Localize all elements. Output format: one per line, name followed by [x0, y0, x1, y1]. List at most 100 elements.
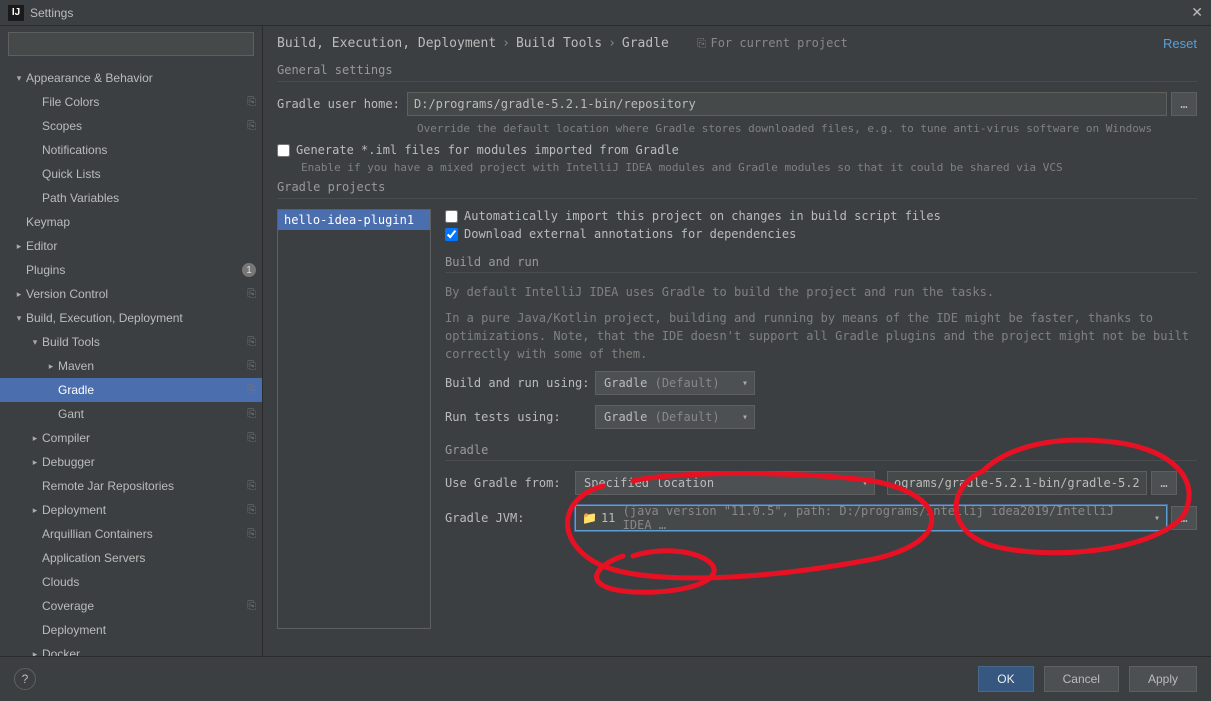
sidebar-item-build-tools[interactable]: ▾Build Tools⎘	[0, 330, 262, 354]
apply-button[interactable]: Apply	[1129, 666, 1197, 692]
chevron-icon: ▾	[12, 73, 26, 84]
build-using-label: Build and run using:	[445, 376, 595, 390]
per-project-icon: ⎘	[247, 120, 256, 133]
cancel-button[interactable]: Cancel	[1044, 666, 1119, 692]
gradle-jvm-combo[interactable]: 📁 11 (java version "11.0.5", path: D:/pr…	[575, 505, 1167, 531]
chevron-icon: ▾	[28, 337, 42, 348]
chevron-icon: ▸	[44, 361, 58, 372]
sidebar-item-appearance-behavior[interactable]: ▾Appearance & Behavior	[0, 66, 262, 90]
per-project-icon: ⎘	[247, 384, 256, 397]
sidebar-item-compiler[interactable]: ▸Compiler⎘	[0, 426, 262, 450]
sidebar-item-label: Deployment	[42, 623, 256, 637]
sidebar-item-coverage[interactable]: Coverage⎘	[0, 594, 262, 618]
sidebar-item-label: Path Variables	[42, 191, 256, 205]
sidebar-item-label: Docker	[42, 647, 256, 656]
sidebar-item-scopes[interactable]: Scopes⎘	[0, 114, 262, 138]
chevron-icon: ▸	[28, 433, 42, 444]
sidebar-item-label: Notifications	[42, 143, 256, 157]
sidebar-item-path-variables[interactable]: Path Variables	[0, 186, 262, 210]
sidebar-item-label: Gradle	[58, 383, 247, 397]
titlebar: IJ Settings ✕	[0, 0, 1211, 26]
run-tests-label: Run tests using:	[445, 410, 595, 424]
sidebar-item-gradle[interactable]: Gradle⎘	[0, 378, 262, 402]
sidebar-item-application-servers[interactable]: Application Servers	[0, 546, 262, 570]
per-project-icon: ⎘	[247, 336, 256, 349]
sidebar-item-deployment[interactable]: Deployment	[0, 618, 262, 642]
sidebar-item-quick-lists[interactable]: Quick Lists	[0, 162, 262, 186]
help-button[interactable]: ?	[14, 668, 36, 690]
run-tests-combo[interactable]: Gradle (Default)	[595, 405, 755, 429]
browse-button[interactable]: …	[1171, 92, 1197, 116]
auto-import-label: Automatically import this project on cha…	[464, 209, 941, 223]
settings-tree: ▾Appearance & BehaviorFile Colors⎘Scopes…	[0, 62, 262, 656]
sidebar: 🔍 ▾Appearance & BehaviorFile Colors⎘Scop…	[0, 26, 263, 656]
generate-iml-checkbox[interactable]	[277, 144, 290, 157]
sidebar-item-label: Scopes	[42, 119, 247, 133]
sidebar-item-label: Gant	[58, 407, 247, 421]
ok-button[interactable]: OK	[978, 666, 1033, 692]
sidebar-item-deployment[interactable]: ▸Deployment⎘	[0, 498, 262, 522]
gradle-project-list[interactable]: hello-idea-plugin1	[277, 209, 431, 629]
per-project-icon: ⎘	[247, 504, 256, 517]
generate-iml-label: Generate *.iml files for modules importe…	[296, 143, 679, 157]
sidebar-item-version-control[interactable]: ▸Version Control⎘	[0, 282, 262, 306]
download-annotations-checkbox[interactable]	[445, 228, 458, 241]
sidebar-item-clouds[interactable]: Clouds	[0, 570, 262, 594]
sidebar-item-label: Version Control	[26, 287, 247, 301]
chevron-icon: ▸	[28, 505, 42, 516]
generate-iml-hint: Enable if you have a mixed project with …	[301, 161, 1197, 174]
for-current-project-label: For current project	[697, 36, 848, 51]
sidebar-item-label: Coverage	[42, 599, 247, 613]
gradle-user-home-input[interactable]	[407, 92, 1167, 116]
sidebar-item-arquillian-containers[interactable]: Arquillian Containers⎘	[0, 522, 262, 546]
sidebar-item-label: File Colors	[42, 95, 247, 109]
sidebar-item-label: Keymap	[26, 215, 256, 229]
gradle-location-input[interactable]	[887, 471, 1147, 495]
sidebar-item-label: Debugger	[42, 455, 256, 469]
sidebar-item-gant[interactable]: Gant⎘	[0, 402, 262, 426]
sidebar-item-label: Build Tools	[42, 335, 247, 349]
sidebar-item-label: Plugins	[26, 263, 242, 277]
per-project-icon: ⎘	[247, 432, 256, 445]
sidebar-item-label: Remote Jar Repositories	[42, 479, 247, 493]
chevron-icon: ▾	[12, 313, 26, 324]
per-project-icon: ⎘	[247, 408, 256, 421]
sidebar-item-debugger[interactable]: ▸Debugger	[0, 450, 262, 474]
sidebar-item-maven[interactable]: ▸Maven⎘	[0, 354, 262, 378]
sidebar-item-label: Appearance & Behavior	[26, 71, 256, 85]
breadcrumb: Build, Execution, Deployment›Build Tools…	[277, 36, 669, 51]
sidebar-item-remote-jar-repositories[interactable]: Remote Jar Repositories⎘	[0, 474, 262, 498]
build-using-combo[interactable]: Gradle (Default)	[595, 371, 755, 395]
sidebar-item-notifications[interactable]: Notifications	[0, 138, 262, 162]
window-title: Settings	[30, 6, 73, 20]
sidebar-item-label: Application Servers	[42, 551, 256, 565]
badge: 1	[242, 263, 256, 277]
sidebar-item-plugins[interactable]: Plugins1	[0, 258, 262, 282]
reset-link[interactable]: Reset	[1163, 36, 1197, 51]
gradle-location-browse-button[interactable]: …	[1151, 471, 1177, 495]
per-project-icon: ⎘	[247, 528, 256, 541]
per-project-icon: ⎘	[247, 360, 256, 373]
sidebar-item-build-execution-deployment[interactable]: ▾Build, Execution, Deployment	[0, 306, 262, 330]
download-annotations-label: Download external annotations for depend…	[464, 227, 796, 241]
sidebar-item-label: Quick Lists	[42, 167, 256, 181]
settings-search-input[interactable]	[8, 32, 254, 56]
use-gradle-from-combo[interactable]: Specified location	[575, 471, 875, 495]
per-project-icon: ⎘	[247, 480, 256, 493]
gradle-jvm-browse-button[interactable]: …	[1171, 506, 1197, 530]
sidebar-item-label: Build, Execution, Deployment	[26, 311, 256, 325]
content-pane: Build, Execution, Deployment›Build Tools…	[263, 26, 1211, 656]
use-gradle-from-label: Use Gradle from:	[445, 476, 575, 490]
sidebar-item-editor[interactable]: ▸Editor	[0, 234, 262, 258]
auto-import-checkbox[interactable]	[445, 210, 458, 223]
per-project-icon: ⎘	[247, 288, 256, 301]
sidebar-item-file-colors[interactable]: File Colors⎘	[0, 90, 262, 114]
chevron-icon: ▸	[28, 649, 42, 657]
sidebar-item-keymap[interactable]: Keymap	[0, 210, 262, 234]
close-icon[interactable]: ✕	[1191, 4, 1203, 21]
chevron-icon: ▸	[12, 289, 26, 300]
sidebar-item-label: Maven	[58, 359, 247, 373]
sidebar-item-label: Editor	[26, 239, 256, 253]
project-list-item[interactable]: hello-idea-plugin1	[278, 210, 430, 230]
sidebar-item-docker[interactable]: ▸Docker	[0, 642, 262, 656]
